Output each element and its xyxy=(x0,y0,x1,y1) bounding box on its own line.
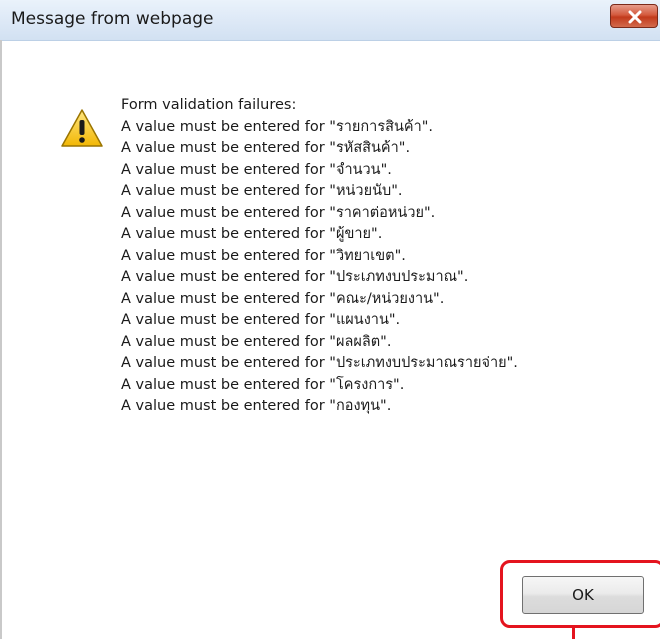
validation-line-suffix: . xyxy=(513,355,518,371)
validation-line-suffix: . xyxy=(430,204,436,221)
validation-line: A value must be entered for "รายการสินค้… xyxy=(121,117,518,139)
validation-line: A value must be entered for "วิทยาเขต". xyxy=(121,246,518,268)
close-button[interactable] xyxy=(610,4,658,28)
validation-line-prefix: A value must be entered for xyxy=(121,183,330,199)
message-header: Form validation failures: xyxy=(121,97,297,113)
validation-line-field: "ราคาต่อหน่วย" xyxy=(329,204,431,221)
dialog-left-border xyxy=(0,40,2,639)
validation-line: A value must be entered for "คณะ/หน่วยงา… xyxy=(121,289,518,311)
validation-line: A value must be entered for "แผนงาน". xyxy=(121,310,518,332)
title-bar[interactable]: Message from webpage xyxy=(0,0,660,41)
validation-line-field: "ผลผลิต" xyxy=(329,333,387,350)
message-lines: A value must be entered for "รายการสินค้… xyxy=(121,117,518,418)
validation-message: Form validation failures: A value must b… xyxy=(121,95,518,418)
validation-line-field: "แผนงาน" xyxy=(329,312,396,328)
validation-line-suffix: . xyxy=(428,118,433,135)
validation-line-field: "โครงการ" xyxy=(329,376,400,393)
validation-line-suffix: . xyxy=(463,269,469,285)
close-icon xyxy=(628,10,642,24)
validation-line-field: "รายการสินค้า" xyxy=(329,118,429,135)
validation-line-prefix: A value must be entered for xyxy=(121,161,330,178)
ok-button[interactable]: OK xyxy=(522,576,644,614)
validation-line-field: "รหัสสินค้า" xyxy=(329,140,406,156)
validation-line: A value must be entered for "ผลผลิต". xyxy=(121,332,518,354)
validation-line-prefix: A value must be entered for xyxy=(121,118,330,135)
validation-line: A value must be entered for "จำนวน". xyxy=(121,160,518,182)
validation-line: A value must be entered for "รหัสสินค้า"… xyxy=(121,138,518,160)
validation-line: A value must be entered for "โครงการ". xyxy=(121,375,518,397)
validation-line-prefix: A value must be entered for xyxy=(121,376,330,393)
validation-line-field: "คณะ/หน่วยงาน" xyxy=(329,290,440,307)
validation-line-suffix: . xyxy=(377,226,383,242)
validation-line: A value must be entered for "หน่วยนับ". xyxy=(121,181,518,203)
validation-line-suffix: . xyxy=(399,376,405,393)
validation-line-prefix: A value must be entered for xyxy=(121,140,330,156)
validation-line-prefix: A value must be entered for xyxy=(121,312,330,328)
validation-line-prefix: A value must be entered for xyxy=(121,355,330,371)
validation-line-prefix: A value must be entered for xyxy=(121,204,330,221)
validation-line-prefix: A value must be entered for xyxy=(121,247,330,264)
ok-highlight-tail xyxy=(572,627,575,639)
validation-line-prefix: A value must be entered for xyxy=(121,226,330,242)
validation-line-field: "ประเภทงบประมาณรายจ่าย" xyxy=(329,355,514,371)
validation-line-prefix: A value must be entered for xyxy=(121,398,330,414)
validation-line-suffix: . xyxy=(387,161,392,178)
validation-line-suffix: . xyxy=(395,312,401,328)
message-dialog: Message from webpage Form validation fai… xyxy=(0,0,660,639)
validation-line-field: "ผู้ขาย" xyxy=(329,226,378,242)
validation-line: A value must be entered for "ประเภทงบประ… xyxy=(121,267,518,289)
validation-line: A value must be entered for "ผู้ขาย". xyxy=(121,224,518,246)
validation-line-suffix: . xyxy=(386,333,392,350)
validation-line-prefix: A value must be entered for xyxy=(121,290,330,307)
validation-line: A value must be entered for "ราคาต่อหน่ว… xyxy=(121,203,518,225)
validation-line-suffix: . xyxy=(401,247,406,264)
validation-line-prefix: A value must be entered for xyxy=(121,333,330,350)
validation-line-field: "จำนวน" xyxy=(329,161,388,178)
validation-line-field: "ประเภทงบประมาณ" xyxy=(329,269,464,285)
validation-line-suffix: . xyxy=(386,398,392,414)
validation-line-prefix: A value must be entered for xyxy=(121,269,330,285)
validation-line-field: "กองทุน" xyxy=(329,398,387,414)
validation-line-suffix: . xyxy=(405,140,411,156)
warning-icon xyxy=(61,109,103,147)
validation-line-suffix: . xyxy=(397,183,403,199)
dialog-title: Message from webpage xyxy=(11,9,214,29)
validation-line: A value must be entered for "กองทุน". xyxy=(121,396,518,418)
validation-line-field: "วิทยาเขต" xyxy=(329,247,402,264)
validation-line: A value must be entered for "ประเภทงบประ… xyxy=(121,353,518,375)
validation-line-suffix: . xyxy=(439,290,445,307)
validation-line-field: "หน่วยนับ" xyxy=(329,183,398,199)
